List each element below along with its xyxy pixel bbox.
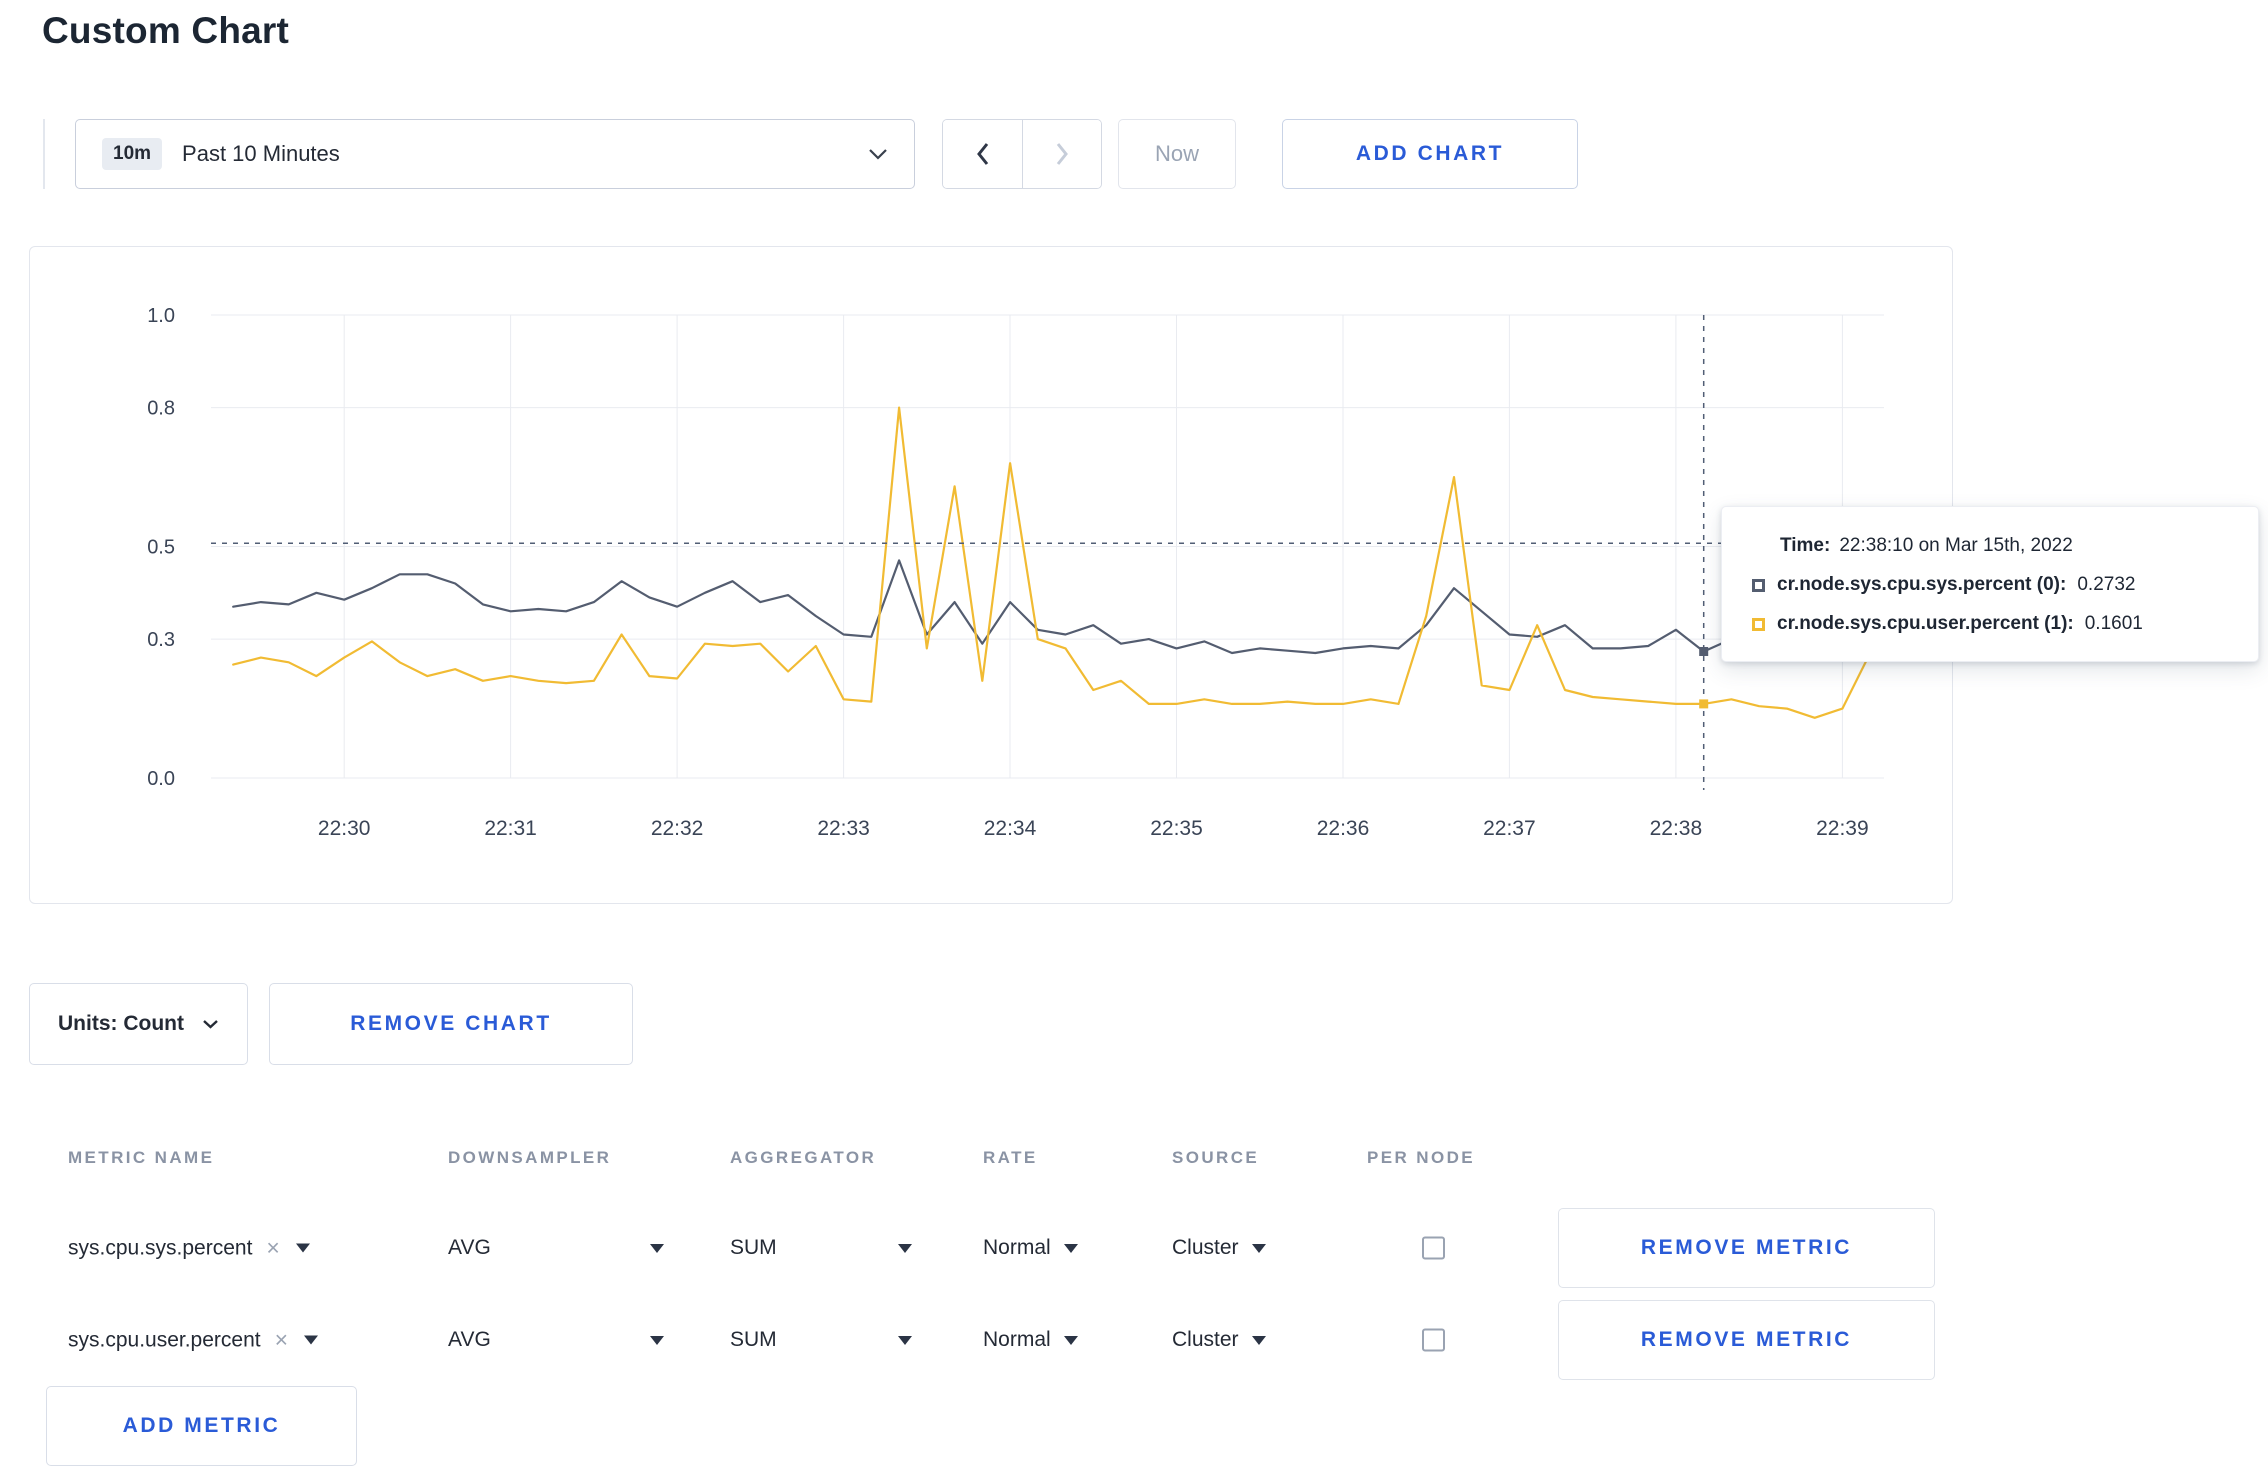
per-node-checkbox[interactable] [1422, 1328, 1445, 1352]
metric-name-value: sys.cpu.user.percent [68, 1328, 261, 1351]
column-header-metric-name: METRIC NAME [68, 1148, 215, 1167]
metric-name-select[interactable]: sys.cpu.sys.percent × [68, 1235, 310, 1262]
column-header-per-node: PER NODE [1367, 1148, 1475, 1167]
source-value: Cluster [1172, 1328, 1239, 1351]
column-header-rate: RATE [983, 1148, 1038, 1167]
chart-controls: Units: Count REMOVE CHART [29, 983, 633, 1065]
custom-chart-page: Custom Chart 10m Past 10 Minutes Now ADD… [0, 0, 2268, 1478]
svg-text:1.0: 1.0 [147, 305, 175, 327]
caret-down-icon [1251, 1243, 1266, 1253]
metrics-table: METRIC NAME DOWNSAMPLER AGGREGATOR RATE … [29, 1114, 1953, 1386]
tooltip-time-value: 22:38:10 on Mar 15th, 2022 [1839, 535, 2073, 556]
svg-text:22:32: 22:32 [651, 817, 704, 840]
time-range-select[interactable]: 10m Past 10 Minutes [75, 119, 915, 189]
time-nav-group [942, 119, 1102, 189]
downsampler-value: AVG [448, 1328, 491, 1351]
tooltip-time-label: Time: [1780, 535, 1831, 556]
per-node-checkbox[interactable] [1422, 1236, 1445, 1260]
add-chart-button[interactable]: ADD CHART [1282, 119, 1578, 189]
series-sys-swatch-icon [1752, 578, 1765, 592]
caret-down-icon [1063, 1335, 1078, 1345]
metric-row: sys.cpu.sys.percent × AVG SUM Normal Clu… [29, 1202, 1953, 1294]
remove-chart-button[interactable]: REMOVE CHART [268, 983, 633, 1065]
svg-text:0.8: 0.8 [147, 398, 175, 420]
aggregator-value: SUM [730, 1236, 777, 1259]
tooltip-series-value: 0.2732 [2077, 574, 2136, 595]
rate-select[interactable]: Normal [983, 1236, 1078, 1260]
metrics-table-header: METRIC NAME DOWNSAMPLER AGGREGATOR RATE … [29, 1114, 1953, 1202]
svg-text:22:31: 22:31 [484, 817, 537, 840]
caret-down-icon [650, 1335, 664, 1345]
time-range-label: Past 10 Minutes [182, 141, 340, 166]
svg-text:22:30: 22:30 [318, 817, 371, 840]
svg-text:0.3: 0.3 [147, 629, 175, 651]
tooltip-series-value: 0.1601 [2084, 613, 2143, 634]
svg-text:0.0: 0.0 [147, 768, 175, 790]
rate-value: Normal [983, 1328, 1051, 1351]
tooltip-series-row: cr.node.sys.cpu.user.percent (1): 0.1601 [1752, 613, 2228, 635]
svg-text:22:33: 22:33 [817, 817, 870, 840]
source-select[interactable]: Cluster [1172, 1328, 1266, 1352]
prev-range-button[interactable] [943, 120, 1022, 188]
downsampler-select[interactable]: AVG [448, 1236, 664, 1260]
source-value: Cluster [1172, 1236, 1239, 1259]
metric-name-value: sys.cpu.sys.percent [68, 1236, 253, 1259]
chevron-down-icon [203, 1020, 218, 1029]
caret-down-icon [1251, 1335, 1266, 1345]
svg-text:0.5: 0.5 [147, 537, 175, 559]
units-label: Units: Count [58, 1012, 184, 1035]
aggregator-select[interactable]: SUM [730, 1236, 912, 1260]
caret-down-icon [898, 1335, 912, 1345]
next-range-button[interactable] [1022, 120, 1101, 188]
column-header-downsampler: DOWNSAMPLER [448, 1148, 612, 1167]
metric-name-select[interactable]: sys.cpu.user.percent × [68, 1327, 319, 1354]
tooltip-series-label: cr.node.sys.cpu.sys.percent (0): [1777, 574, 2067, 595]
svg-text:22:36: 22:36 [1317, 817, 1370, 840]
column-header-aggregator: AGGREGATOR [730, 1148, 877, 1167]
toolbar: 10m Past 10 Minutes Now ADD CHART [43, 119, 1578, 189]
downsampler-select[interactable]: AVG [448, 1328, 664, 1352]
svg-text:22:35: 22:35 [1150, 817, 1203, 840]
svg-text:22:39: 22:39 [1816, 817, 1869, 840]
caret-down-icon [295, 1243, 310, 1253]
clear-icon[interactable]: × [275, 1327, 288, 1354]
downsampler-value: AVG [448, 1236, 491, 1259]
chevron-left-icon [976, 143, 988, 165]
rate-select[interactable]: Normal [983, 1328, 1078, 1352]
source-select[interactable]: Cluster [1172, 1236, 1266, 1260]
units-select[interactable]: Units: Count [29, 983, 248, 1065]
clear-icon[interactable]: × [266, 1235, 279, 1262]
page-title: Custom Chart [42, 10, 290, 51]
caret-down-icon [898, 1243, 912, 1253]
chevron-right-icon [1056, 143, 1068, 165]
chart-card: 0.0 0.3 0.5 0.8 1.0 22:30 22:31 22:32 22:33 22:34… [29, 246, 1953, 904]
now-button[interactable]: Now [1118, 119, 1236, 189]
chevron-down-icon [868, 148, 888, 160]
metric-row: sys.cpu.user.percent × AVG SUM Normal Cl… [29, 1294, 1953, 1386]
toolbar-divider [43, 119, 45, 189]
caret-down-icon [304, 1335, 319, 1345]
tooltip-time-row: Time: 22:38:10 on Mar 15th, 2022 [1752, 535, 2228, 557]
svg-text:22:37: 22:37 [1483, 817, 1536, 840]
svg-text:22:34: 22:34 [984, 817, 1037, 840]
chart-tooltip: Time: 22:38:10 on Mar 15th, 2022 cr.node.… [1721, 506, 2259, 662]
remove-metric-button[interactable]: REMOVE METRIC [1558, 1208, 1935, 1288]
caret-down-icon [650, 1243, 664, 1253]
time-range-badge: 10m [102, 138, 163, 170]
aggregator-value: SUM [730, 1328, 777, 1351]
svg-text:22:38: 22:38 [1650, 817, 1703, 840]
add-metric-button[interactable]: ADD METRIC [46, 1386, 357, 1466]
caret-down-icon [1063, 1243, 1078, 1253]
rate-value: Normal [983, 1236, 1051, 1259]
tooltip-series-label: cr.node.sys.cpu.user.percent (1): [1777, 613, 2074, 634]
time-series-chart[interactable]: 0.0 0.3 0.5 0.8 1.0 22:30 22:31 22:32 22:33 22:34… [30, 247, 1952, 903]
column-header-source: SOURCE [1172, 1148, 1260, 1167]
aggregator-select[interactable]: SUM [730, 1328, 912, 1352]
tooltip-series-row: cr.node.sys.cpu.sys.percent (0): 0.2732 [1752, 574, 2228, 596]
remove-metric-button[interactable]: REMOVE METRIC [1558, 1300, 1935, 1380]
series-user-swatch-icon [1752, 617, 1765, 631]
